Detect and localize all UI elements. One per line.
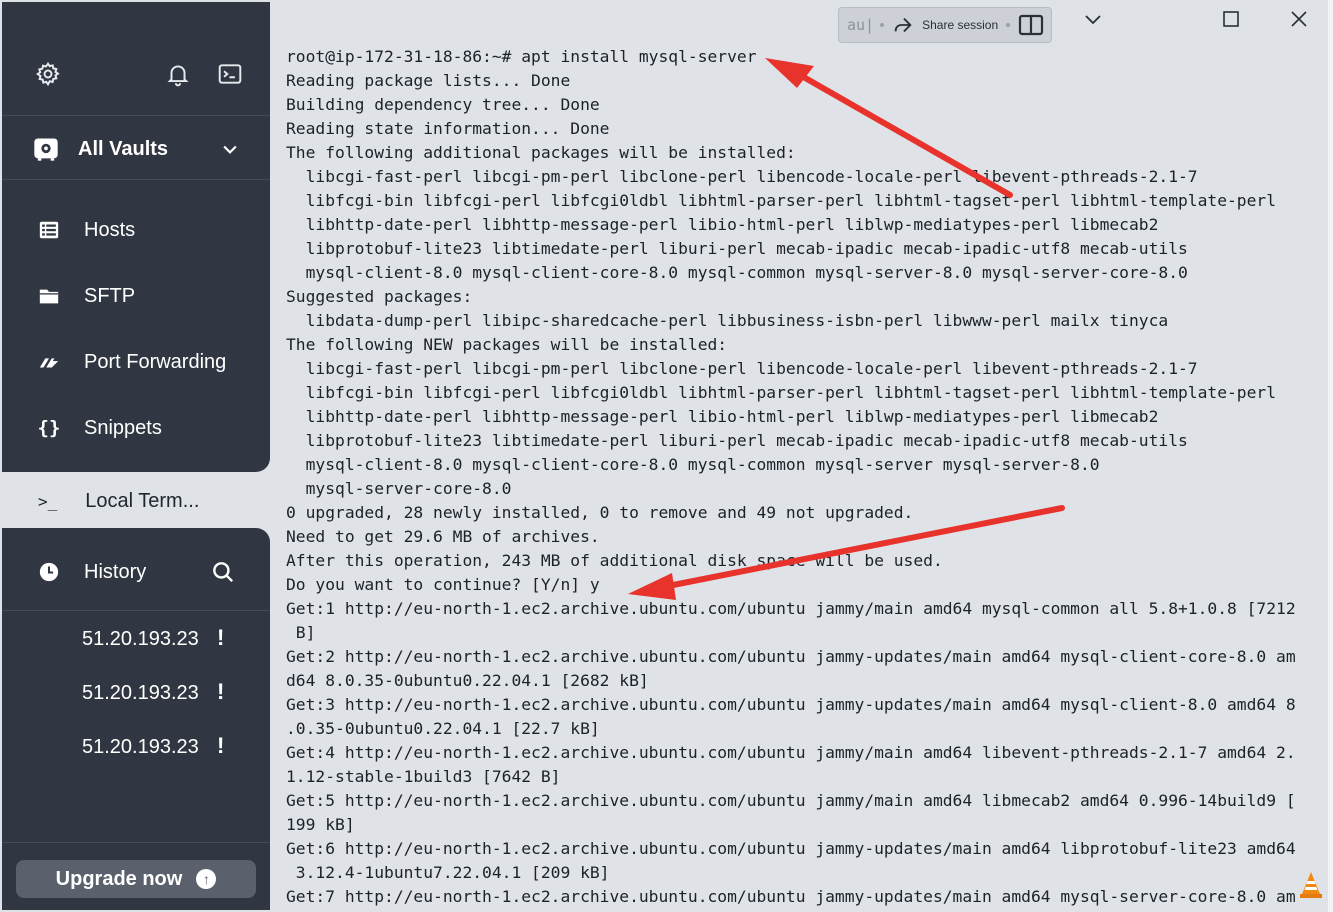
terminal-line: root@ip-172-31-18-86:~# apt install mysq… (286, 47, 757, 66)
terminal-line: libcgi-fast-perl libcgi-pm-perl libclone… (286, 359, 1198, 378)
terminal-line: libcgi-fast-perl libcgi-pm-perl libclone… (286, 167, 1198, 186)
terminal-line: libhttp-date-perl libhttp-message-perl l… (286, 215, 1159, 234)
terminal-pane[interactable]: root@ip-172-31-18-86:~# apt install mysq… (272, 0, 1330, 912)
history-host-row[interactable]: 51.20.193.23 ! (82, 678, 242, 708)
terminal-line: Get:2 http://eu-north-1.ec2.archive.ubun… (286, 647, 1296, 666)
host-address: 51.20.193.23 (82, 735, 199, 758)
terminal-line: Get:7 http://eu-north-1.ec2.archive.ubun… (286, 887, 1296, 906)
vlc-cone-icon (1296, 858, 1326, 902)
sidebar-bottom-panel: History 51.20.193.23 ! 51.20.193.23 ! 51… (2, 528, 270, 910)
warning-icon: ! (217, 733, 225, 758)
terminal-line: Get:1 http://eu-north-1.ec2.archive.ubun… (286, 599, 1296, 618)
port-forwarding-icon (36, 349, 62, 375)
settings-gear-icon[interactable] (35, 61, 61, 87)
history-host-row[interactable]: 51.20.193.23 ! (82, 624, 242, 654)
terminal-icon[interactable] (217, 61, 243, 87)
upgrade-label: Upgrade now (55, 867, 183, 890)
terminal-line: libprotobuf-lite23 libtimedate-perl libu… (286, 431, 1188, 450)
arrow-up-icon: ↑ (196, 869, 217, 889)
terminal-line: .0.35-0ubuntu0.22.04.1 [22.7 kB] (286, 719, 600, 738)
search-icon[interactable] (210, 559, 236, 585)
prompt-icon: >_ (38, 491, 58, 511)
separator-dot (880, 23, 885, 27)
sidebar-item-label: History (84, 560, 147, 583)
vault-label: All Vaults (78, 137, 169, 160)
vault-selector[interactable]: All Vaults (32, 133, 252, 165)
warning-icon: ! (217, 679, 225, 704)
folder-icon (36, 283, 62, 309)
window-edge (1328, 0, 1333, 912)
divider (2, 115, 270, 116)
terminal-line: 3.12.4-1ubuntu7.22.04.1 [209 kB] (286, 863, 610, 882)
share-session-button[interactable]: Share session (922, 18, 998, 32)
autocomplete-indicator[interactable]: au| (847, 16, 874, 34)
terminal-line: mysql-client-8.0 mysql-client-core-8.0 m… (286, 263, 1188, 282)
sidebar-item-port-forwarding[interactable]: Port Forwarding (20, 342, 260, 382)
terminal-line: Building dependency tree... Done (286, 95, 600, 114)
terminal-line: Get:5 http://eu-north-1.ec2.archive.ubun… (286, 791, 1296, 810)
chevron-down-icon (220, 139, 240, 159)
history-host-row[interactable]: 51.20.193.23 ! (82, 732, 242, 762)
terminal-line: Reading package lists... Done (286, 71, 571, 90)
terminal-line: mysql-client-8.0 mysql-client-core-8.0 m… (286, 455, 1100, 474)
terminal-line: mysql-server-core-8.0 (286, 479, 512, 498)
sidebar: All Vaults Hosts SFTP Port Forwarding {}… (2, 2, 272, 910)
history-clock-icon (36, 559, 62, 585)
vault-icon (32, 135, 60, 163)
close-icon[interactable] (1286, 8, 1312, 30)
terminal-line: The following NEW packages will be insta… (286, 335, 728, 354)
terminal-line: B] (286, 623, 316, 642)
sidebar-item-label: SFTP (84, 284, 136, 307)
sidebar-item-label: Local Term... (85, 489, 200, 512)
divider (2, 179, 270, 180)
divider (2, 610, 270, 611)
hosts-icon (36, 217, 62, 243)
terminal-line: Do you want to continue? [Y/n] y (286, 575, 600, 594)
warning-icon: ! (217, 625, 225, 650)
sidebar-item-label: Port Forwarding (84, 350, 227, 373)
share-arrow-icon[interactable] (892, 14, 914, 36)
terminal-line: The following additional packages will b… (286, 143, 796, 162)
terminal-line: 0 upgraded, 28 newly installed, 0 to rem… (286, 503, 914, 522)
terminal-output: root@ip-172-31-18-86:~# apt install mysq… (286, 45, 1296, 909)
terminal-line: Reading state information... Done (286, 119, 610, 138)
sidebar-item-sftp[interactable]: SFTP (20, 276, 260, 316)
split-view-icon[interactable] (1018, 14, 1044, 36)
terminal-line: Get:6 http://eu-north-1.ec2.archive.ubun… (286, 839, 1296, 858)
host-address: 51.20.193.23 (82, 681, 199, 704)
session-toolbar: au| Share session (838, 7, 1052, 43)
terminal-line: libprotobuf-lite23 libtimedate-perl libu… (286, 239, 1188, 258)
terminal-line: 1.12-stable-1build3 [7642 B] (286, 767, 561, 786)
sidebar-item-hosts[interactable]: Hosts (20, 210, 260, 250)
sidebar-item-snippets[interactable]: {} Snippets (20, 408, 260, 448)
terminal-line: libdata-dump-perl libipc-sharedcache-per… (286, 311, 1169, 330)
maximize-icon[interactable] (1218, 8, 1244, 30)
notifications-bell-icon[interactable] (165, 61, 191, 87)
terminal-line: libfcgi-bin libfcgi-perl libfcgi0ldbl li… (286, 383, 1277, 402)
sidebar-item-label: Snippets (84, 416, 162, 439)
terminal-line: libhttp-date-perl libhttp-message-perl l… (286, 407, 1159, 426)
terminal-line: libfcgi-bin libfcgi-perl libfcgi0ldbl li… (286, 191, 1277, 210)
snippets-icon: {} (37, 417, 61, 439)
separator-dot (1006, 23, 1011, 27)
terminal-line: 199 kB] (286, 815, 355, 834)
divider (2, 842, 270, 843)
terminal-line: Need to get 29.6 MB of archives. (286, 527, 600, 546)
sidebar-item-label: Hosts (84, 218, 136, 241)
terminal-line: Suggested packages: (286, 287, 473, 306)
chevron-down-icon[interactable] (1080, 8, 1106, 30)
terminal-line: Get:4 http://eu-north-1.ec2.archive.ubun… (286, 743, 1296, 762)
terminal-line: d64 8.0.35-0ubuntu0.22.04.1 [2682 kB] (286, 671, 649, 690)
terminal-line: Get:3 http://eu-north-1.ec2.archive.ubun… (286, 695, 1296, 714)
sidebar-item-local-terminal[interactable]: >_ Local Term... (16, 474, 272, 528)
host-address: 51.20.193.23 (82, 627, 199, 650)
sidebar-top-panel: All Vaults Hosts SFTP Port Forwarding {}… (2, 2, 270, 472)
terminal-line: After this operation, 243 MB of addition… (286, 551, 943, 570)
upgrade-now-button[interactable]: Upgrade now ↑ (16, 860, 256, 898)
